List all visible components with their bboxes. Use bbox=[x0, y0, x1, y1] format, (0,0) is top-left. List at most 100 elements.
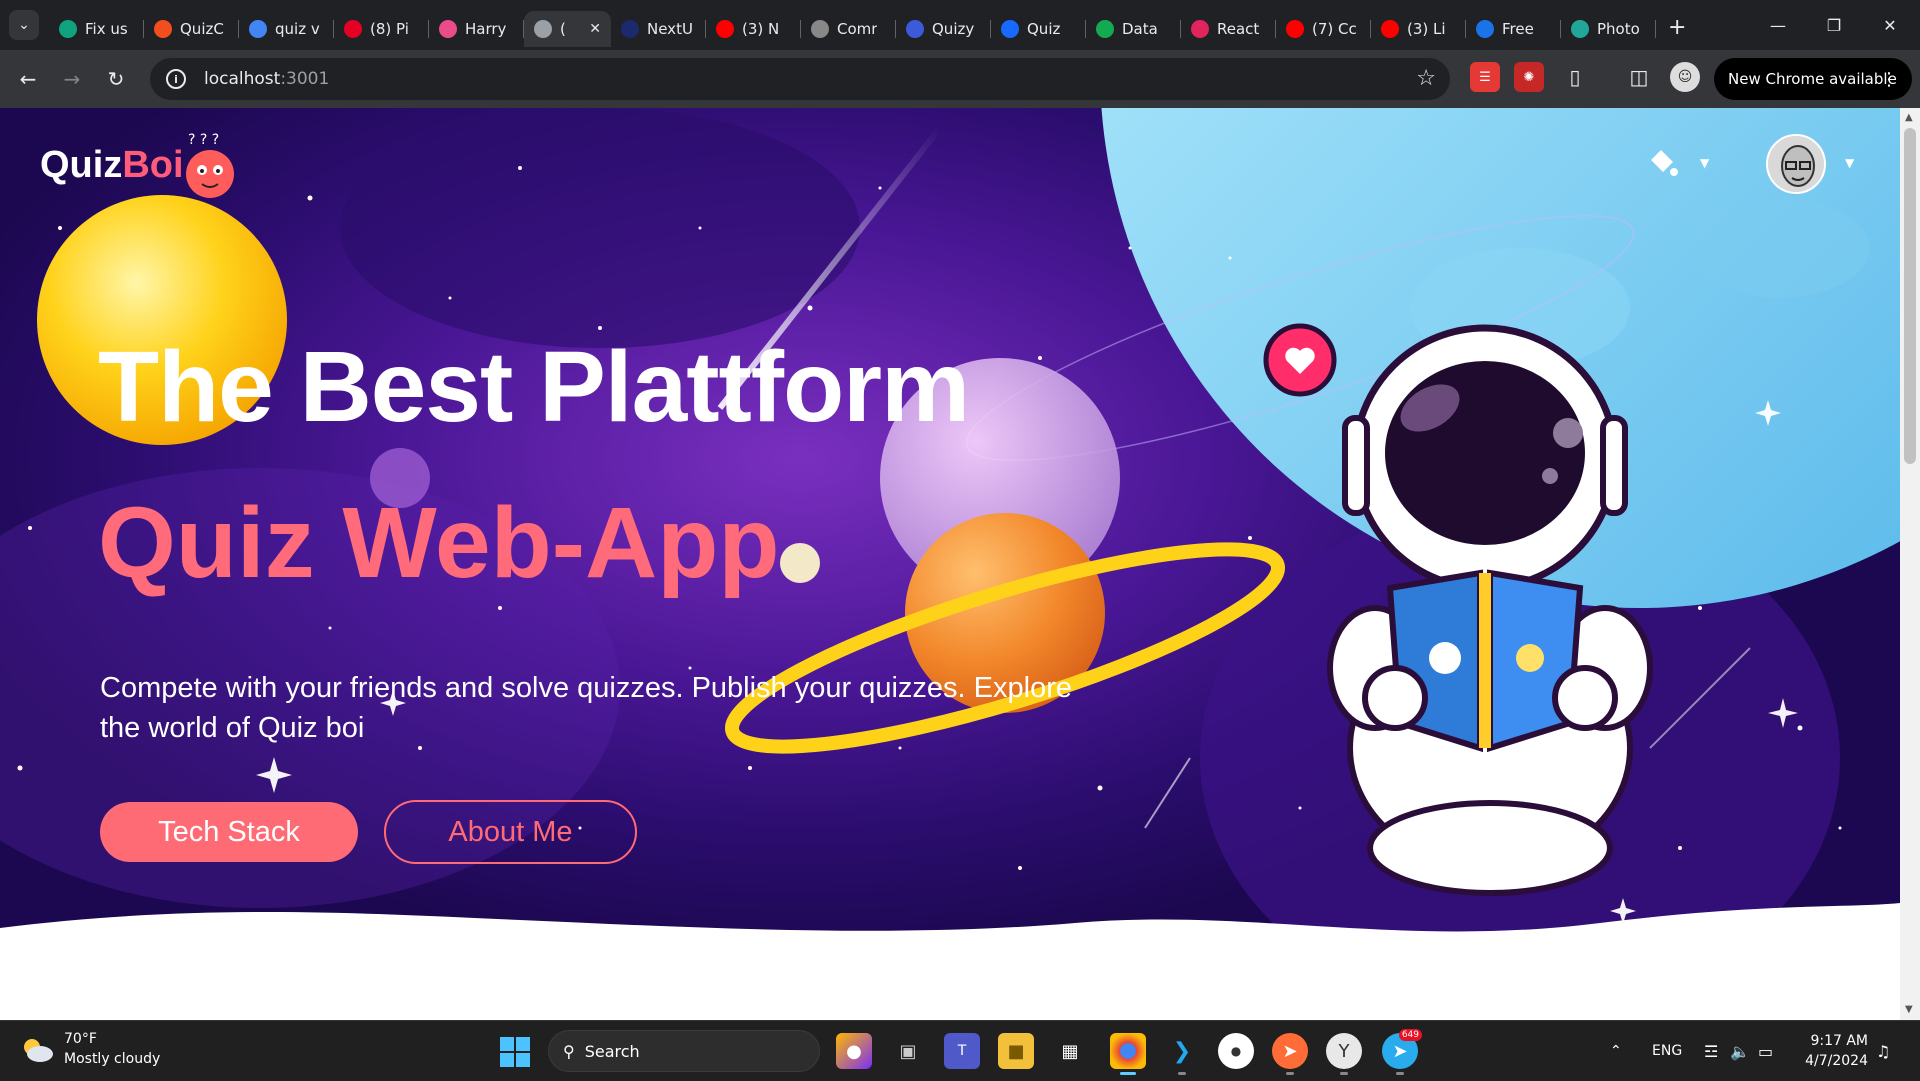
browser-tab[interactable]: (✕ bbox=[524, 11, 611, 47]
app-y-icon[interactable]: Y bbox=[1326, 1033, 1362, 1075]
tab-title: Data bbox=[1122, 20, 1158, 38]
weather-desc: Mostly cloudy bbox=[64, 1051, 161, 1067]
tab-list: Fix us QuizC quiz v (8) Pi Harry (✕ NextU (3) N… bbox=[49, 0, 1656, 50]
windows-start-icon[interactable] bbox=[500, 1037, 530, 1067]
about-me-button[interactable]: About Me bbox=[384, 800, 637, 864]
back-button[interactable]: ← bbox=[8, 59, 48, 99]
hero-section: QuizBoi ? ? ? ▼ ▼ The Best Plattform Qui… bbox=[0, 108, 1900, 1020]
browser-tab[interactable]: (3) N bbox=[706, 11, 801, 47]
browser-tab[interactable]: React bbox=[1181, 11, 1276, 47]
browser-tab[interactable]: quiz v bbox=[239, 11, 334, 47]
site-logo[interactable]: QuizBoi bbox=[40, 144, 184, 187]
tab-title: Harry bbox=[465, 20, 507, 38]
browser-tab[interactable]: Harry bbox=[429, 11, 524, 47]
restore-button[interactable]: ❐ bbox=[1806, 0, 1862, 50]
scroll-up-icon[interactable]: ▲ bbox=[1905, 112, 1913, 123]
paint-bucket-icon[interactable] bbox=[1645, 146, 1679, 180]
browser-tab[interactable]: Free bbox=[1466, 11, 1561, 47]
update-label: New Chrome available bbox=[1728, 70, 1897, 88]
avatar-caret-icon[interactable]: ▼ bbox=[1845, 156, 1854, 170]
google-meet-icon[interactable]: ● bbox=[1218, 1033, 1254, 1069]
page-viewport: QuizBoi ? ? ? ▼ ▼ The Best Plattform Qui… bbox=[0, 108, 1920, 1020]
side-panel-icon[interactable]: ◫ bbox=[1624, 62, 1654, 92]
forms-icon bbox=[1476, 20, 1494, 38]
arrow-left-icon: ← bbox=[19, 67, 37, 91]
browser-tab[interactable]: Photo bbox=[1561, 11, 1656, 47]
browser-tab[interactable]: (3) Li bbox=[1371, 11, 1466, 47]
arrow-right-icon: → bbox=[63, 67, 81, 91]
telegram-icon[interactable]: ➤ 649 bbox=[1382, 1029, 1422, 1075]
logo-mascot-icon: ? ? ? bbox=[186, 132, 234, 198]
language-indicator[interactable]: ENG bbox=[1652, 1021, 1682, 1081]
weather-widget[interactable]: 70°F Mostly cloudy bbox=[20, 1029, 160, 1069]
pinterest-icon bbox=[344, 20, 362, 38]
file-explorer-icon[interactable]: ■ bbox=[998, 1033, 1034, 1069]
weather-temp: 70°F bbox=[64, 1031, 97, 1047]
minimize-button[interactable]: — bbox=[1750, 0, 1806, 50]
theme-caret-icon[interactable]: ▼ bbox=[1700, 156, 1709, 170]
new-tab-button[interactable]: + bbox=[1668, 15, 1686, 40]
restore-icon: ❐ bbox=[1826, 15, 1842, 35]
profile-avatar-icon[interactable]: ☺ bbox=[1670, 62, 1700, 92]
scroll-thumb[interactable] bbox=[1904, 128, 1916, 464]
browser-tab[interactable]: (8) Pi bbox=[334, 11, 429, 47]
postman-icon[interactable]: ➤ bbox=[1272, 1033, 1308, 1075]
user-avatar[interactable] bbox=[1766, 134, 1826, 194]
chrome-taskbar-icon[interactable] bbox=[1110, 1033, 1146, 1075]
tray-overflow-icon[interactable]: ⌃ bbox=[1610, 1021, 1622, 1081]
close-tab-icon[interactable]: ✕ bbox=[589, 21, 601, 37]
extensions-puzzle-icon[interactable]: ▯ bbox=[1560, 62, 1590, 92]
react-icon bbox=[1191, 20, 1209, 38]
browser-tab[interactable]: Fix us bbox=[49, 11, 144, 47]
volume-icon[interactable]: 🔈 bbox=[1730, 1021, 1750, 1081]
chatgpt-icon bbox=[59, 20, 77, 38]
tab-title: React bbox=[1217, 20, 1260, 38]
browser-tab[interactable]: QuizC bbox=[144, 11, 239, 47]
taskbar-clock[interactable]: 9:17 AM 4/7/2024 bbox=[1796, 1031, 1868, 1071]
site-info-icon[interactable]: i bbox=[166, 69, 186, 89]
browser-tab[interactable]: (7) Cc bbox=[1276, 11, 1371, 47]
close-icon: ✕ bbox=[1883, 15, 1897, 35]
browser-tab[interactable]: Comr bbox=[801, 11, 896, 47]
teams-icon[interactable]: T bbox=[944, 1033, 980, 1069]
reload-button[interactable]: ↻ bbox=[96, 59, 136, 99]
page-scrollbar[interactable]: ▲ ▼ bbox=[1900, 108, 1920, 1020]
battery-icon[interactable]: ▭ bbox=[1758, 1021, 1773, 1081]
tab-title: QuizC bbox=[180, 20, 224, 38]
svg-text:? ? ?: ? ? ? bbox=[188, 132, 219, 148]
slash-icon bbox=[811, 20, 829, 38]
astronaut-illustration bbox=[1327, 324, 1653, 896]
url-host: localhost bbox=[204, 69, 281, 89]
clock-time: 9:17 AM bbox=[1810, 1033, 1868, 1049]
bookmark-star-icon[interactable]: ☆ bbox=[1416, 66, 1436, 91]
notification-bell-icon[interactable]: ♫ bbox=[1876, 1021, 1890, 1081]
hero-description: Compete with your friends and solve quiz… bbox=[100, 672, 1072, 744]
browser-tab[interactable]: Quiz bbox=[991, 11, 1086, 47]
browser-tab[interactable]: Data bbox=[1086, 11, 1181, 47]
forward-button[interactable]: → bbox=[52, 59, 92, 99]
chrome-update-button[interactable]: New Chrome available ⋮ bbox=[1714, 58, 1912, 100]
extension-red-icon[interactable]: ✺ bbox=[1514, 62, 1544, 92]
browser-toolbar: ← → ↻ i localhost:3001 ☆ ☰ ✺ ▯ ◫ ☺ New C… bbox=[0, 50, 1920, 108]
tech-stack-button[interactable]: Tech Stack bbox=[100, 802, 358, 862]
address-bar[interactable]: i localhost:3001 ☆ bbox=[150, 58, 1450, 100]
browser-tab[interactable]: Quizy bbox=[896, 11, 991, 47]
clock-date: 4/7/2024 bbox=[1805, 1053, 1868, 1069]
taskbar-search[interactable]: ⚲ Search bbox=[548, 1030, 820, 1072]
todoist-extension-icon[interactable]: ☰ bbox=[1470, 62, 1500, 92]
wifi-icon[interactable]: ☲ bbox=[1704, 1021, 1718, 1081]
copilot-app-icon[interactable]: ● bbox=[836, 1033, 872, 1069]
scroll-down-icon[interactable]: ▼ bbox=[1905, 1004, 1913, 1015]
microsoft-store-icon[interactable]: ▦ bbox=[1052, 1033, 1088, 1069]
url-port: :3001 bbox=[280, 69, 330, 89]
vscode-icon[interactable]: ❯ bbox=[1164, 1033, 1200, 1075]
tab-title: NextU bbox=[647, 20, 693, 38]
tab-search-button[interactable]: ⌄ bbox=[9, 10, 39, 40]
task-view-icon[interactable]: ▣ bbox=[890, 1033, 926, 1069]
tab-title: (3) Li bbox=[1407, 20, 1446, 38]
browser-tab[interactable]: NextU bbox=[611, 11, 706, 47]
more-menu-icon: ⋮ bbox=[1880, 68, 1898, 90]
tab-title: (3) N bbox=[742, 20, 780, 38]
tab-strip: ⌄ Fix us QuizC quiz v (8) Pi Harry (✕ NextU (3)… bbox=[0, 0, 1920, 50]
close-window-button[interactable]: ✕ bbox=[1862, 0, 1918, 50]
